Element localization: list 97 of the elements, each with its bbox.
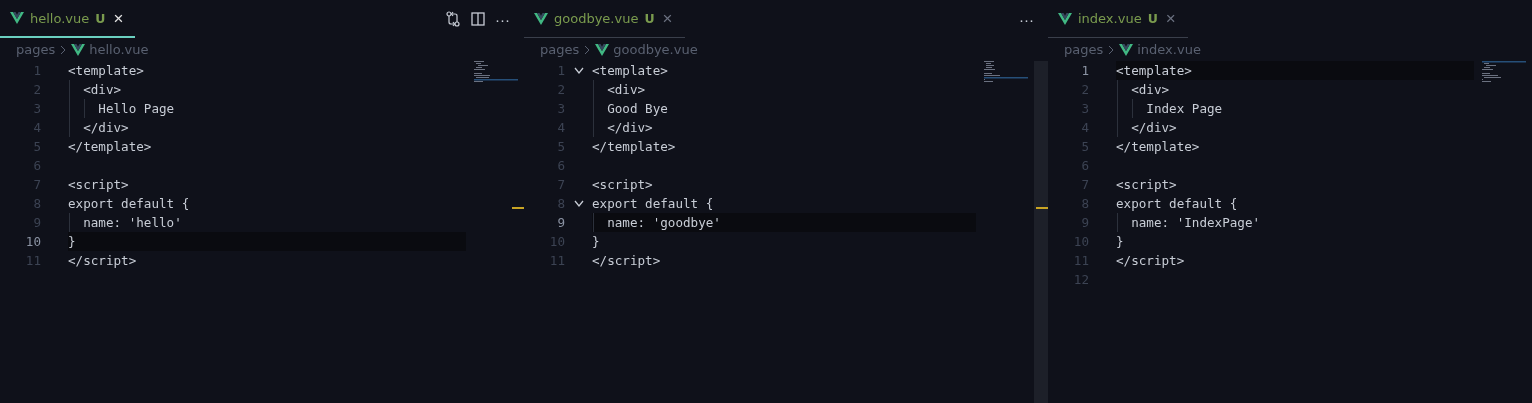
split-editor-icon: [471, 12, 485, 26]
code-line: export default {: [1116, 196, 1238, 211]
breadcrumb-item[interactable]: goodbye.vue: [613, 42, 698, 57]
line-number: 4: [32, 120, 41, 135]
code-line: Good Bye: [606, 101, 668, 116]
code-line: <script>: [592, 177, 653, 192]
code-line: <div>: [82, 82, 122, 97]
line-number: 11: [24, 253, 41, 268]
line-number: 4: [1080, 120, 1089, 135]
code-line: <template>: [592, 63, 668, 78]
compare-button[interactable]: [445, 11, 461, 27]
vue-icon: [1058, 12, 1072, 25]
line-number: 12: [1072, 272, 1089, 287]
code-line: </div>: [1130, 120, 1177, 135]
line-number: 5: [1080, 139, 1089, 154]
line-number: 3: [32, 101, 41, 116]
line-number: 6: [1080, 158, 1089, 173]
code-line: <div>: [1130, 82, 1170, 97]
compare-changes-icon: [445, 11, 461, 27]
close-button[interactable]: ×: [660, 10, 675, 27]
line-number: 5: [32, 139, 41, 154]
line-number: 5: [556, 139, 565, 154]
code-line: </template>: [1116, 139, 1200, 154]
code-line: </script>: [68, 253, 137, 268]
code-line: </div>: [82, 120, 129, 135]
line-number: 3: [1080, 101, 1089, 116]
vue-icon: [71, 43, 86, 56]
code-line: </script>: [1116, 253, 1185, 268]
close-button[interactable]: ×: [1163, 10, 1178, 27]
tab-label: goodbye.vue: [554, 11, 639, 26]
more-actions-button[interactable]: ···: [495, 10, 510, 28]
line-number: 11: [548, 253, 565, 268]
minimap: [474, 61, 518, 83]
line-number: 2: [32, 82, 41, 97]
code-line: export default {: [68, 196, 190, 211]
code-line: name: 'goodbye': [606, 215, 721, 230]
line-number: 10: [24, 234, 41, 249]
chevron-right-icon: [59, 44, 68, 55]
code-line: </template>: [592, 139, 676, 154]
line-number: 8: [556, 196, 565, 211]
breadcrumb-item[interactable]: pages: [540, 42, 580, 57]
chevron-right-icon: [583, 44, 592, 55]
line-number: 1: [1080, 63, 1089, 78]
code-line: </template>: [68, 139, 152, 154]
code-line: name: 'hello': [82, 215, 182, 230]
split-editor-button[interactable]: [471, 12, 485, 26]
line-number: 4: [556, 120, 565, 135]
line-number: 2: [556, 82, 565, 97]
code-line: }: [1116, 234, 1124, 249]
line-number: 10: [548, 234, 565, 249]
tab-label: hello.vue: [30, 10, 90, 26]
line-number: 7: [1080, 177, 1089, 192]
code-line: <template>: [68, 63, 144, 78]
line-number: 7: [32, 177, 41, 192]
vue-icon: [595, 43, 610, 56]
breadcrumb-item[interactable]: pages: [1064, 42, 1104, 57]
more-actions-button[interactable]: ···: [1019, 10, 1034, 28]
git-status: U: [644, 11, 655, 26]
line-number: 10: [1072, 234, 1089, 249]
code-line: }: [68, 234, 76, 249]
line-number: 2: [1080, 82, 1089, 97]
code-line: </div>: [606, 120, 653, 135]
tab-label: index.vue: [1078, 11, 1142, 26]
line-number: 8: [1080, 196, 1089, 211]
code-line: <script>: [1116, 177, 1177, 192]
breadcrumb-item[interactable]: index.vue: [1137, 42, 1201, 57]
code-line: </script>: [592, 253, 661, 268]
line-number: 3: [556, 101, 565, 116]
line-number: 9: [32, 215, 41, 230]
line-number: 9: [556, 215, 565, 230]
line-number: 11: [1072, 253, 1089, 268]
code-line: <div>: [606, 82, 646, 97]
git-status: U: [95, 10, 106, 26]
code-line: }: [592, 234, 600, 249]
minimap: [1482, 61, 1526, 85]
minimap: [984, 61, 1028, 83]
line-number: 6: [32, 158, 41, 173]
code-line: Index Page: [1145, 101, 1223, 116]
code-line: name: 'IndexPage': [1130, 215, 1261, 230]
code-line: Hello Page: [97, 101, 175, 116]
breadcrumb-item[interactable]: hello.vue: [89, 42, 149, 57]
vue-icon: [10, 12, 24, 24]
line-number: 1: [556, 63, 565, 78]
git-status: U: [1147, 11, 1158, 26]
code-line: <script>: [68, 177, 129, 192]
close-button[interactable]: ×: [111, 9, 126, 27]
breadcrumb-item[interactable]: pages: [16, 42, 56, 57]
line-number: 9: [1080, 215, 1089, 230]
line-number: 1: [32, 63, 41, 78]
chevron-right-icon: [1107, 44, 1116, 55]
code-line: export default {: [592, 196, 714, 211]
line-number: 6: [556, 158, 565, 173]
vue-icon: [534, 12, 548, 25]
line-number: 8: [32, 196, 41, 211]
code-line: <template>: [1116, 63, 1192, 78]
vue-icon: [1119, 43, 1134, 56]
line-number: 7: [556, 177, 565, 192]
